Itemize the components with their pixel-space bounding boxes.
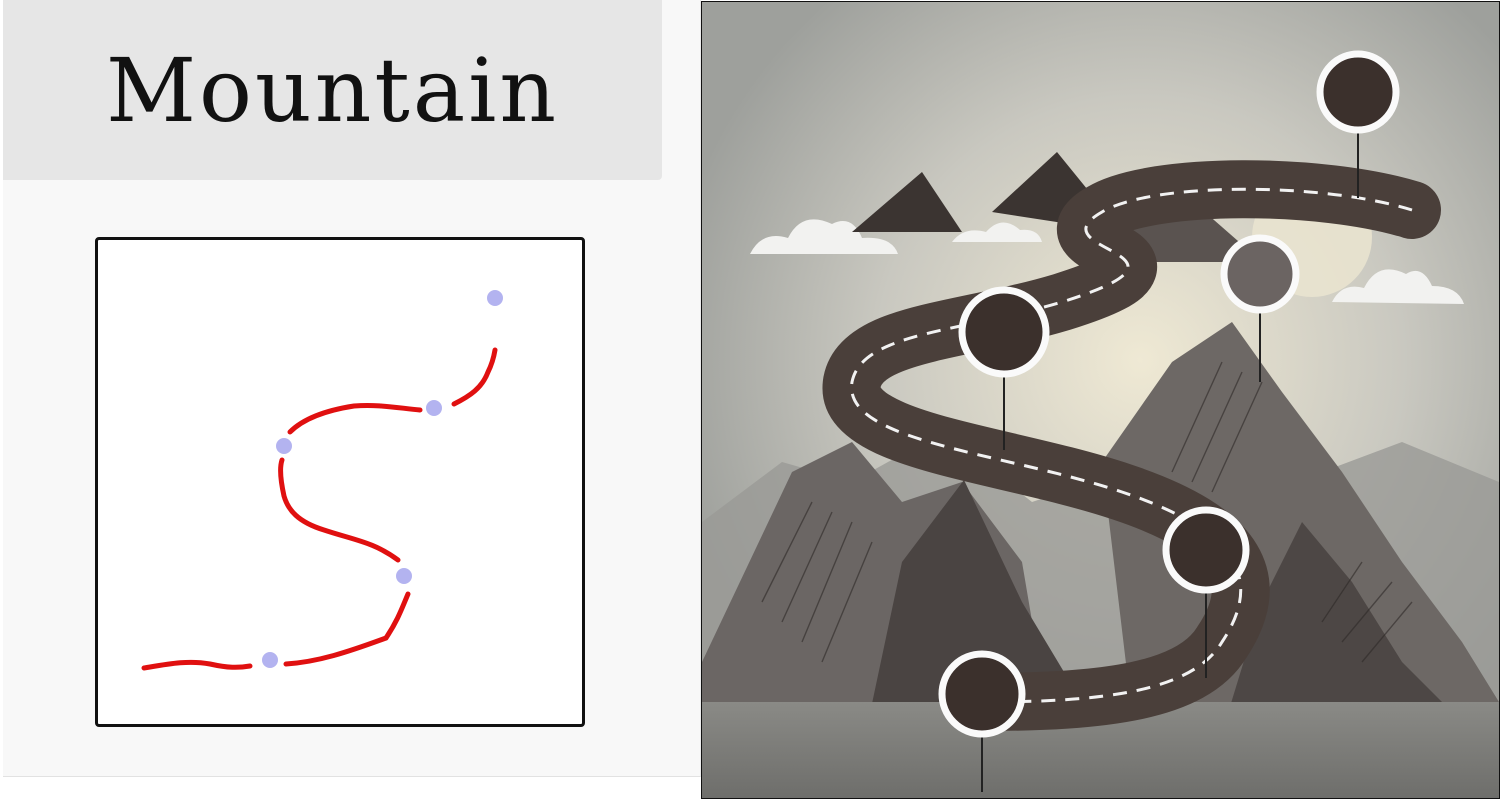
- stroke-segment-1: [141, 659, 253, 671]
- waypoint-dot-2: [396, 568, 412, 584]
- title-bar: Mountain: [3, 0, 662, 180]
- stroke-segment-2: [283, 635, 389, 667]
- waypoint-dot-3: [276, 438, 292, 454]
- stroke-segment-4: [278, 457, 401, 563]
- page: Mountain: [0, 0, 1500, 799]
- waypoint-dot-1: [262, 652, 278, 668]
- drawing-panel: Mountain: [3, 0, 701, 777]
- waypoint-dot-4: [426, 400, 442, 416]
- stroke-segment-5: [287, 402, 423, 435]
- illustration-artwork: [702, 2, 1499, 798]
- stroke-segment-3: [383, 591, 411, 641]
- waypoint-dot-5: [487, 290, 503, 306]
- stroke-segment-6: [451, 347, 498, 407]
- page-title: Mountain: [105, 38, 560, 142]
- sketch-drawing: [141, 290, 503, 671]
- sketch-canvas[interactable]: [95, 237, 585, 727]
- mountain-road-illustration: [701, 1, 1500, 799]
